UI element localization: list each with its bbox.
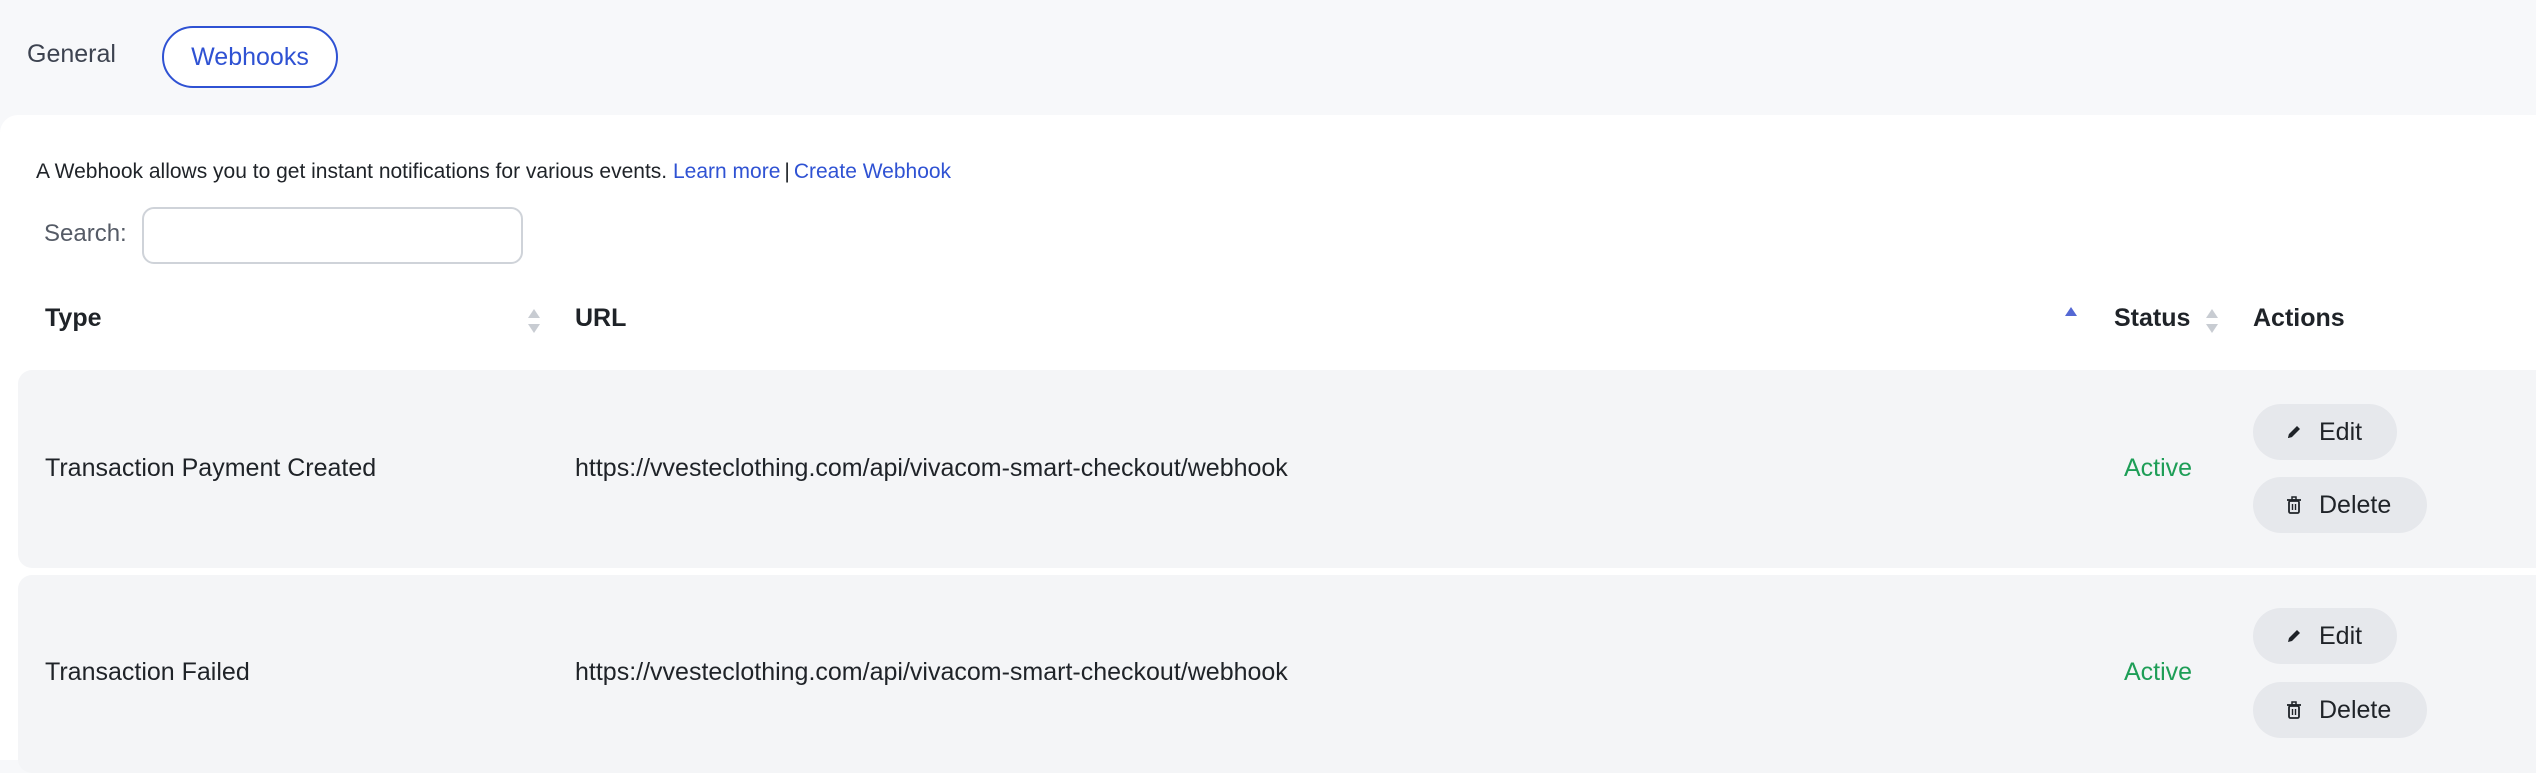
delete-button[interactable]: Delete <box>2253 682 2427 738</box>
row-url: https://vvesteclothing.com/api/vivacom-s… <box>575 454 1288 482</box>
tab-webhooks[interactable]: Webhooks <box>162 26 338 88</box>
row-url: https://vvesteclothing.com/api/vivacom-s… <box>575 658 1288 686</box>
status-badge: Active <box>2124 454 2193 482</box>
sort-ascending-icon[interactable] <box>2064 304 2078 334</box>
settings-tab-bar: General Webhooks <box>0 0 2536 115</box>
sort-arrows-icon[interactable] <box>527 306 541 336</box>
create-webhook-link[interactable]: Create Webhook <box>794 160 951 183</box>
learn-more-link[interactable]: Learn more <box>673 160 780 183</box>
trash-icon <box>2283 699 2305 721</box>
edit-button[interactable]: Edit <box>2253 608 2397 664</box>
webhooks-intro: A Webhook allows you to get instant noti… <box>36 160 951 184</box>
pencil-icon <box>2283 421 2305 443</box>
search-label: Search: <box>44 220 127 247</box>
column-header-url[interactable]: URL <box>575 304 626 333</box>
delete-button-label: Delete <box>2319 695 2392 724</box>
row-type: Transaction Failed <box>45 658 250 686</box>
status-badge: Active <box>2124 658 2193 686</box>
edit-button-label: Edit <box>2319 621 2363 650</box>
tab-general[interactable]: General <box>27 40 116 69</box>
trash-icon <box>2283 494 2305 516</box>
row-type: Transaction Payment Created <box>45 454 377 482</box>
intro-text: A Webhook allows you to get instant noti… <box>36 160 668 183</box>
pencil-icon <box>2283 625 2305 647</box>
column-header-status[interactable]: Status <box>2114 304 2190 333</box>
column-header-actions: Actions <box>2253 304 2345 332</box>
column-header-type[interactable]: Type <box>45 304 102 333</box>
search-input[interactable] <box>142 207 523 264</box>
sort-arrows-icon[interactable] <box>2205 306 2219 336</box>
edit-button-label: Edit <box>2319 417 2363 446</box>
edit-button[interactable]: Edit <box>2253 404 2397 460</box>
delete-button[interactable]: Delete <box>2253 477 2427 533</box>
link-separator: | <box>784 160 790 183</box>
delete-button-label: Delete <box>2319 490 2392 519</box>
